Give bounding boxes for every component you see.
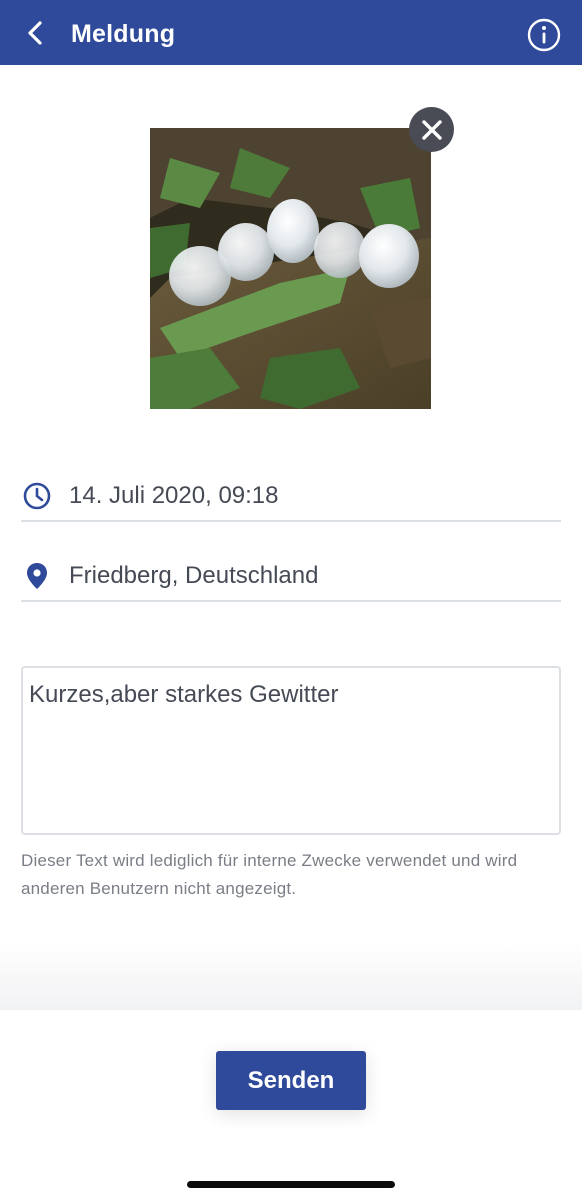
date-field[interactable]: 14. Juli 2020, 09:18 — [21, 472, 561, 522]
clock-icon — [21, 480, 53, 512]
comment-hint: Dieser Text wird lediglich für interne Z… — [21, 851, 518, 898]
date-value: 14. Juli 2020, 09:18 — [69, 482, 279, 509]
send-button[interactable]: Senden — [216, 1051, 366, 1110]
photo-container — [150, 107, 454, 409]
app-header: Meldung — [0, 0, 582, 65]
back-button[interactable] — [18, 16, 52, 50]
close-icon — [421, 119, 442, 140]
chevron-left-icon — [28, 21, 42, 45]
location-value: Friedberg, Deutschland — [69, 562, 319, 589]
footer-shadow — [0, 940, 582, 1010]
remove-photo-button[interactable] — [409, 107, 454, 152]
comment-textarea[interactable]: Kurzes,aber starkes Gewitter — [21, 666, 561, 835]
hail-photo — [150, 128, 431, 409]
page-title: Meldung — [71, 20, 176, 48]
home-indicator — [187, 1181, 395, 1188]
info-button[interactable] — [526, 17, 562, 53]
location-pin-icon — [21, 560, 53, 592]
location-field[interactable]: Friedberg, Deutschland — [21, 552, 561, 602]
report-screen: Meldung 14. Juli 2020, 09:18 Friedberg, … — [0, 0, 582, 1200]
info-circle-icon — [527, 18, 561, 52]
